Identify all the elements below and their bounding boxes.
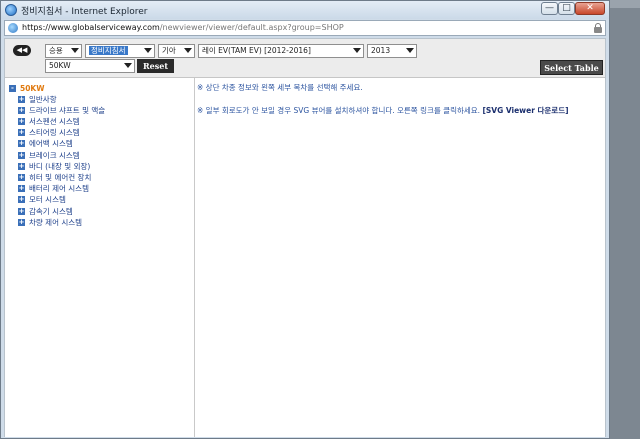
- url-path: /newviewer/viewer/default.aspx?group=SHO…: [159, 23, 344, 32]
- expand-icon[interactable]: +: [18, 185, 25, 193]
- window-title: 정비지침서 - Internet Explorer: [21, 7, 148, 17]
- url-text[interactable]: https://www.globalserviceway.com/newview…: [22, 23, 344, 32]
- url-scheme: https://: [22, 23, 51, 32]
- tree-item[interactable]: + 드라이브 샤프트 및 액슬: [18, 105, 105, 115]
- svg-notice-message: ※ 일부 회로도가 안 보일 경우 SVG 뷰어를 설치하셔야 합니다. 오른쪽…: [197, 105, 569, 116]
- tree-root-label[interactable]: 50KW: [20, 84, 45, 93]
- tree-item[interactable]: + 히터 및 에어컨 장치: [18, 172, 91, 182]
- brand-select[interactable]: 기아: [158, 44, 195, 58]
- tree-item-label[interactable]: 드라이브 샤프트 및 액슬: [29, 105, 105, 116]
- document-type-select[interactable]: 정비지침서: [85, 44, 155, 58]
- tree-item[interactable]: + 서스펜션 시스템: [18, 116, 80, 126]
- close-button[interactable]: ✕: [575, 2, 605, 15]
- browser-window: 정비지침서 - Internet Explorer — □ ✕ https://…: [0, 0, 610, 439]
- tree-item[interactable]: + 감속기 시스템: [18, 206, 73, 216]
- tree-item-label[interactable]: 감속기 시스템: [29, 206, 73, 217]
- svg-viewer-download-link[interactable]: [SVG Viewer 다운로드]: [482, 106, 568, 115]
- expand-icon[interactable]: +: [18, 95, 25, 103]
- title-bar: 정비지침서 - Internet Explorer — □ ✕: [1, 1, 609, 19]
- tree-item-label[interactable]: 일반사항: [29, 94, 57, 105]
- address-bar[interactable]: https://www.globalserviceway.com/newview…: [4, 20, 606, 36]
- internet-explorer-icon: [5, 4, 17, 16]
- tree-item-label[interactable]: 브레이크 시스템: [29, 150, 80, 161]
- tree-item-label[interactable]: 서스펜션 시스템: [29, 116, 80, 127]
- engine-select[interactable]: 50KW: [45, 59, 135, 73]
- instruction-message: ※ 상단 차종 정보와 왼쪽 세부 목차를 선택해 주세요.: [197, 83, 363, 92]
- chevron-down-icon: [353, 48, 361, 53]
- chevron-down-icon: [124, 63, 132, 68]
- chevron-down-icon: [406, 48, 414, 53]
- expand-icon[interactable]: +: [18, 140, 25, 148]
- tree-item-label[interactable]: 에어백 시스템: [29, 138, 73, 149]
- lock-icon[interactable]: [594, 23, 602, 33]
- tree-item-label[interactable]: 모터 시스템: [29, 194, 66, 205]
- collapse-icon[interactable]: -: [9, 84, 16, 92]
- expand-icon[interactable]: +: [18, 117, 25, 125]
- site-icon: [8, 23, 18, 33]
- minimize-button[interactable]: —: [541, 2, 558, 15]
- expand-icon[interactable]: +: [18, 173, 25, 181]
- tree-item[interactable]: + 에어백 시스템: [18, 139, 73, 149]
- svg-notice-text: ※ 일부 회로도가 안 보일 경우 SVG 뷰어를 설치하셔야 합니다. 오른쪽…: [197, 106, 481, 115]
- year-select[interactable]: 2013: [367, 44, 417, 58]
- model-select[interactable]: 레이 EV(TAM EV) [2012-2016]: [198, 44, 364, 58]
- tree-item-label[interactable]: 바디 (내장 및 외장): [29, 161, 90, 172]
- expand-icon[interactable]: +: [18, 106, 25, 114]
- expand-icon[interactable]: +: [18, 218, 25, 226]
- tree-item[interactable]: + 차량 제어 시스템: [18, 217, 82, 227]
- tree-item[interactable]: + 일반사항: [18, 94, 57, 104]
- chevron-down-icon: [71, 48, 79, 53]
- tree-item-label[interactable]: 차량 제어 시스템: [29, 217, 82, 228]
- toc-tree-pane: - 50KW + 일반사항 + 드라이브 샤프트 및 액슬 + 서스펜션 시스템 + 스티어링…: [5, 78, 195, 437]
- tree-root[interactable]: - 50KW: [9, 83, 45, 93]
- content-pane: ※ 상단 차종 정보와 왼쪽 세부 목차를 선택해 주세요. ※ 일부 회로도가…: [195, 78, 605, 437]
- expand-icon[interactable]: +: [18, 129, 25, 137]
- expand-icon[interactable]: +: [18, 207, 25, 215]
- tree-item[interactable]: + 브레이크 시스템: [18, 150, 80, 160]
- tree-item-label[interactable]: 히터 및 에어컨 장치: [29, 172, 91, 183]
- chevron-down-icon: [144, 48, 152, 53]
- maximize-button[interactable]: □: [558, 2, 575, 15]
- selection-toolbar: ◀◀ 승용 정비지침서 기아 레이 EV(TAM EV) [2012-2016]…: [5, 39, 605, 78]
- expand-icon[interactable]: +: [18, 162, 25, 170]
- tree-item[interactable]: + 바디 (내장 및 외장): [18, 161, 90, 171]
- tree-item-label[interactable]: 배터리 제어 시스템: [29, 183, 89, 194]
- select-table-button[interactable]: Select Table: [540, 60, 603, 75]
- chevron-down-icon: [184, 48, 192, 53]
- tree-item[interactable]: + 스티어링 시스템: [18, 128, 80, 138]
- tree-item-label[interactable]: 스티어링 시스템: [29, 127, 80, 138]
- tree-item[interactable]: + 배터리 제어 시스템: [18, 184, 89, 194]
- page-content: ◀◀ 승용 정비지침서 기아 레이 EV(TAM EV) [2012-2016]…: [4, 38, 606, 437]
- category-select[interactable]: 승용: [45, 44, 82, 58]
- collapse-back-button[interactable]: ◀◀: [13, 45, 31, 56]
- expand-icon[interactable]: +: [18, 196, 25, 204]
- tree-item[interactable]: + 모터 시스템: [18, 195, 66, 205]
- reset-button[interactable]: Reset: [137, 59, 174, 73]
- url-host: www.globalserviceway.com: [50, 23, 160, 32]
- expand-icon[interactable]: +: [18, 151, 25, 159]
